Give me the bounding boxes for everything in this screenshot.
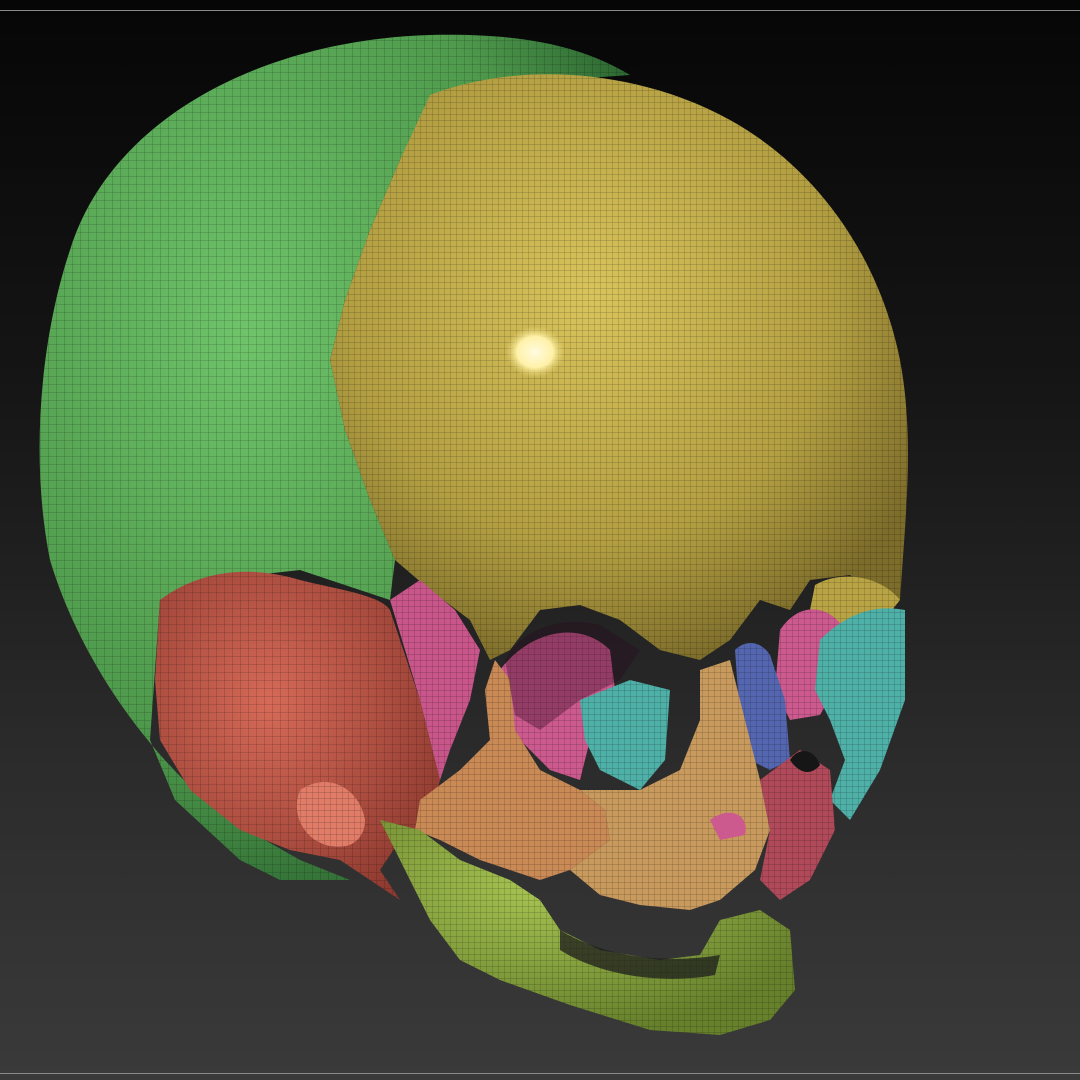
- skull-model[interactable]: [0, 0, 1080, 1080]
- viewport-bottom-border: [0, 1073, 1080, 1074]
- frontal-bone[interactable]: [330, 74, 908, 661]
- specular-highlight: [505, 326, 565, 378]
- vomer-bone[interactable]: [760, 750, 835, 900]
- 3d-viewport[interactable]: [0, 0, 1080, 1080]
